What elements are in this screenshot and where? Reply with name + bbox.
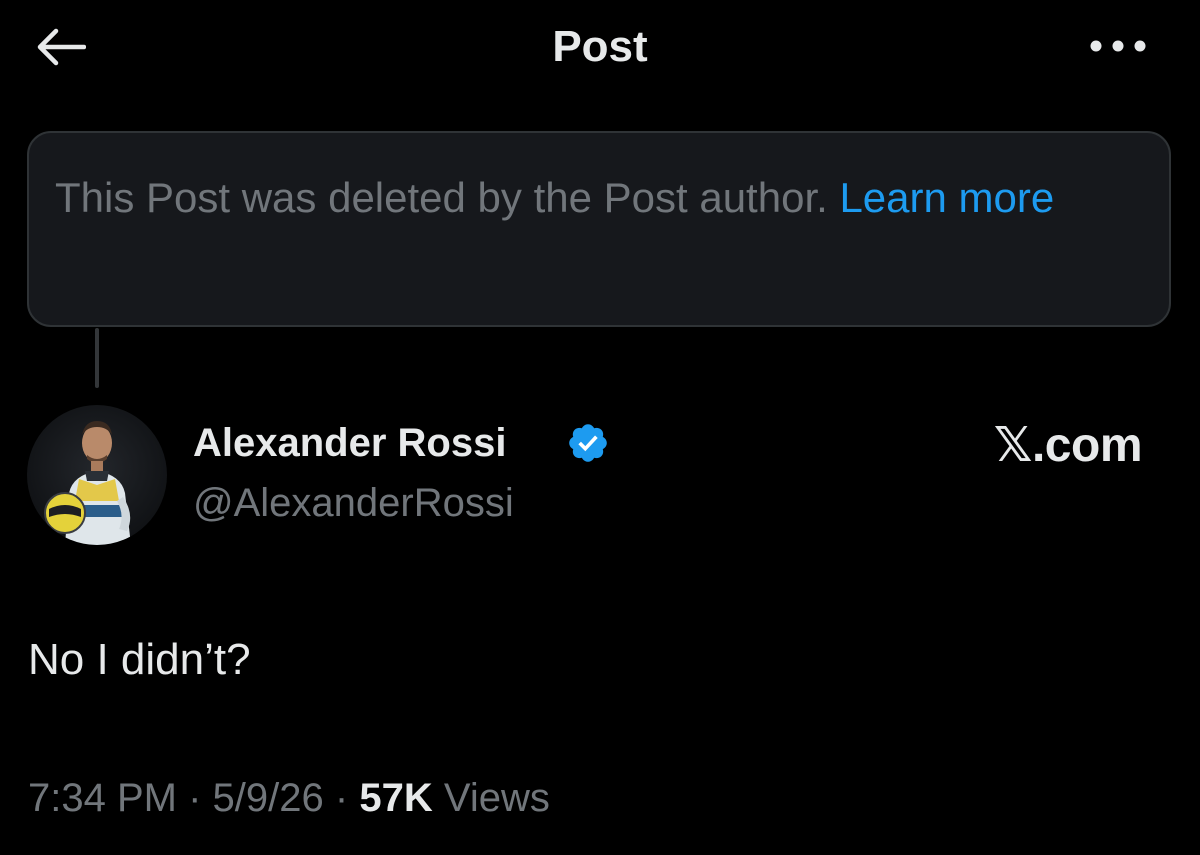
views-count[interactable]: 57K [359,776,432,820]
post-date[interactable]: 5/9/26 [213,776,324,820]
verified-badge-icon [569,424,607,462]
learn-more-link[interactable]: Learn more [839,174,1054,221]
more-options-button[interactable] [1086,26,1150,66]
more-horizontal-icon [1090,40,1146,52]
top-nav-bar: Post [0,0,1200,95]
avatar[interactable] [27,405,167,545]
post-text: No I didn’t? [28,635,251,684]
meta-separator: · [188,776,202,820]
avatar-photo [44,421,131,545]
author-name[interactable]: Alexander Rossi [193,418,506,468]
views-label: Views [443,776,550,820]
deleted-notice-text: This Post was deleted by the Post author… [55,169,1095,227]
post-time[interactable]: 7:34 PM [28,776,177,820]
meta-separator: · [334,776,349,820]
post-meta: 7:34 PM · 5/9/26 · 57K Views [28,772,550,824]
x-com-watermark: 𝕏.com [993,419,1143,472]
deleted-notice-message: This Post was deleted by the Post author… [55,174,828,221]
deleted-post-notice: This Post was deleted by the Post author… [27,131,1171,327]
author-handle[interactable]: @AlexanderRossi [193,478,514,528]
thread-connector-line [95,328,99,388]
page-title: Post [552,22,648,71]
